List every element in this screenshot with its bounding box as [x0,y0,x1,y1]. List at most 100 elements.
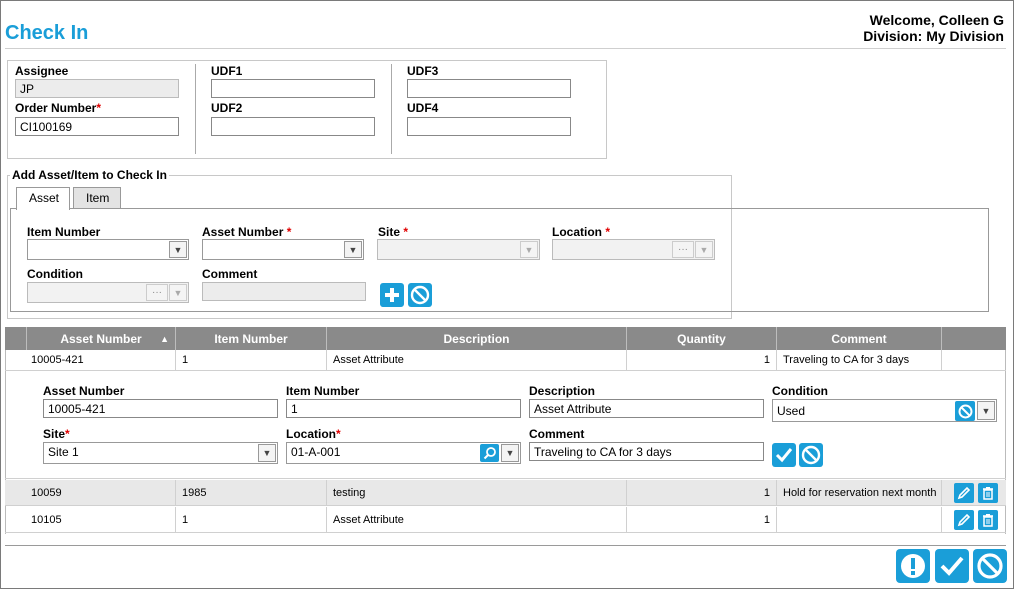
edit-site-dropdown[interactable]: Site 1 ▼ [43,442,278,464]
welcome-text: Welcome, Colleen G [869,12,1004,28]
udf1-label: UDF1 [211,64,243,78]
cancel-row-button[interactable] [799,443,823,467]
edit-location-value: 01-A-001 [291,445,341,459]
grid-header-spacer [5,327,27,350]
col-description[interactable]: Description [327,327,627,350]
cancel-button[interactable] [973,549,1007,583]
asset-number-dropdown[interactable]: ▼ [202,239,364,260]
add-button[interactable] [380,283,404,307]
condition-dropdown[interactable]: ··· ▼ [27,282,189,303]
cancel-icon [801,445,821,465]
cell-description: Asset Attribute [327,350,627,370]
add-asset-legend: Add Asset/Item to Check In [10,168,169,182]
chevron-down-icon: ▼ [169,241,187,258]
edit-row-button[interactable] [954,482,974,503]
assignee-field [15,79,179,98]
col-actions [942,327,1006,350]
location-dropdown[interactable]: ··· ▼ [552,239,715,260]
check-icon [775,448,793,463]
udf3-label: UDF3 [407,64,439,78]
save-row-button[interactable] [772,443,796,467]
edit-location-label: Location* [286,427,341,441]
edit-location-dropdown[interactable]: 01-A-001 ▼ [286,442,521,464]
tab-connector [17,208,69,209]
column-divider [391,64,392,154]
site-dropdown[interactable]: ▼ [377,239,540,260]
edit-asset-number-label: Asset Number [43,384,125,398]
cell-comment: Traveling to CA for 3 days [777,350,942,370]
edit-icon [957,513,971,526]
alert-button[interactable] [896,549,930,583]
item-number-dropdown[interactable]: ▼ [27,239,189,260]
col-asset-number-label: Asset Number [60,331,142,346]
chevron-down-icon: ▼ [695,241,713,258]
udf2-label: UDF2 [211,101,243,115]
col-item-number[interactable]: Item Number [176,327,327,350]
ellipsis-icon[interactable]: ··· [146,284,168,301]
condition-label: Condition [27,267,83,281]
cell-quantity: 1 [627,507,777,532]
cell-item-number: 1 [176,350,327,370]
edit-item-number-field[interactable] [286,399,521,418]
check-icon [940,556,964,576]
edit-condition-value: Used [777,404,806,418]
ellipsis-icon[interactable]: ··· [672,241,694,258]
table-row[interactable]: 10005-421 1 Asset Attribute 1 Traveling … [5,350,1006,371]
chevron-down-icon: ▼ [977,401,995,420]
edit-row-button[interactable] [954,509,974,530]
delete-row-button[interactable] [978,509,998,530]
cell-description: Asset Attribute [327,507,627,532]
cell-item-number: 1 [176,507,327,532]
cell-asset-number: 10105 [5,507,176,532]
col-comment[interactable]: Comment [777,327,942,350]
chevron-down-icon: ▼ [258,444,276,462]
edit-description-label: Description [529,384,596,398]
udf1-field[interactable] [211,79,375,98]
user-info: Welcome, Colleen G Division: My Division [863,12,1004,44]
tab-item[interactable]: Item [73,187,121,209]
edit-description-field[interactable] [529,399,764,418]
table-row[interactable]: 10105 1 Asset Attribute 1 [5,507,1006,533]
cell-quantity: 1 [627,350,777,370]
edit-comment-field[interactable] [529,442,764,461]
submit-button[interactable] [935,549,969,583]
col-quantity[interactable]: Quantity [627,327,777,350]
order-number-label: Order Number* [15,101,102,115]
chevron-down-icon: ▼ [169,284,187,301]
chevron-down-icon: ▼ [344,241,362,258]
cell-description: testing [327,480,627,505]
edit-asset-number-field[interactable] [43,399,278,418]
udf3-field[interactable] [407,79,571,98]
page-title: Check In [5,22,89,44]
alert-icon [901,554,925,578]
header-divider [5,48,1006,49]
sort-asc-icon: ▲ [160,333,169,344]
cancel-icon [958,404,972,418]
table-row[interactable]: 10059 1985 testing 1 Hold for reservatio… [5,480,1006,506]
cell-actions [942,507,1006,532]
udf2-field[interactable] [211,117,375,136]
cell-comment [777,507,942,532]
footer-divider [5,545,1006,546]
asset-number-label: Asset Number * [202,225,292,239]
udf4-field[interactable] [407,117,571,136]
location-search-button[interactable] [480,444,499,462]
edit-icon [957,486,971,499]
tab-asset[interactable]: Asset [16,187,70,210]
cell-actions [942,480,1006,505]
clear-button[interactable] [408,283,432,307]
assignee-label: Assignee [15,64,69,78]
condition-clear-button[interactable] [955,401,975,421]
delete-row-button[interactable] [978,482,998,503]
edit-condition-dropdown[interactable]: Used ▼ [772,399,997,422]
col-asset-number[interactable]: Asset Number ▲ [27,327,176,350]
edit-comment-label: Comment [529,427,585,441]
chevron-down-icon: ▼ [501,444,519,462]
order-number-field[interactable] [15,117,179,136]
cell-actions [942,350,1006,370]
edit-condition-label: Condition [772,384,828,398]
comment-field [202,282,366,301]
udf4-label: UDF4 [407,101,439,115]
cell-item-number: 1985 [176,480,327,505]
item-number-label: Item Number [27,225,101,239]
